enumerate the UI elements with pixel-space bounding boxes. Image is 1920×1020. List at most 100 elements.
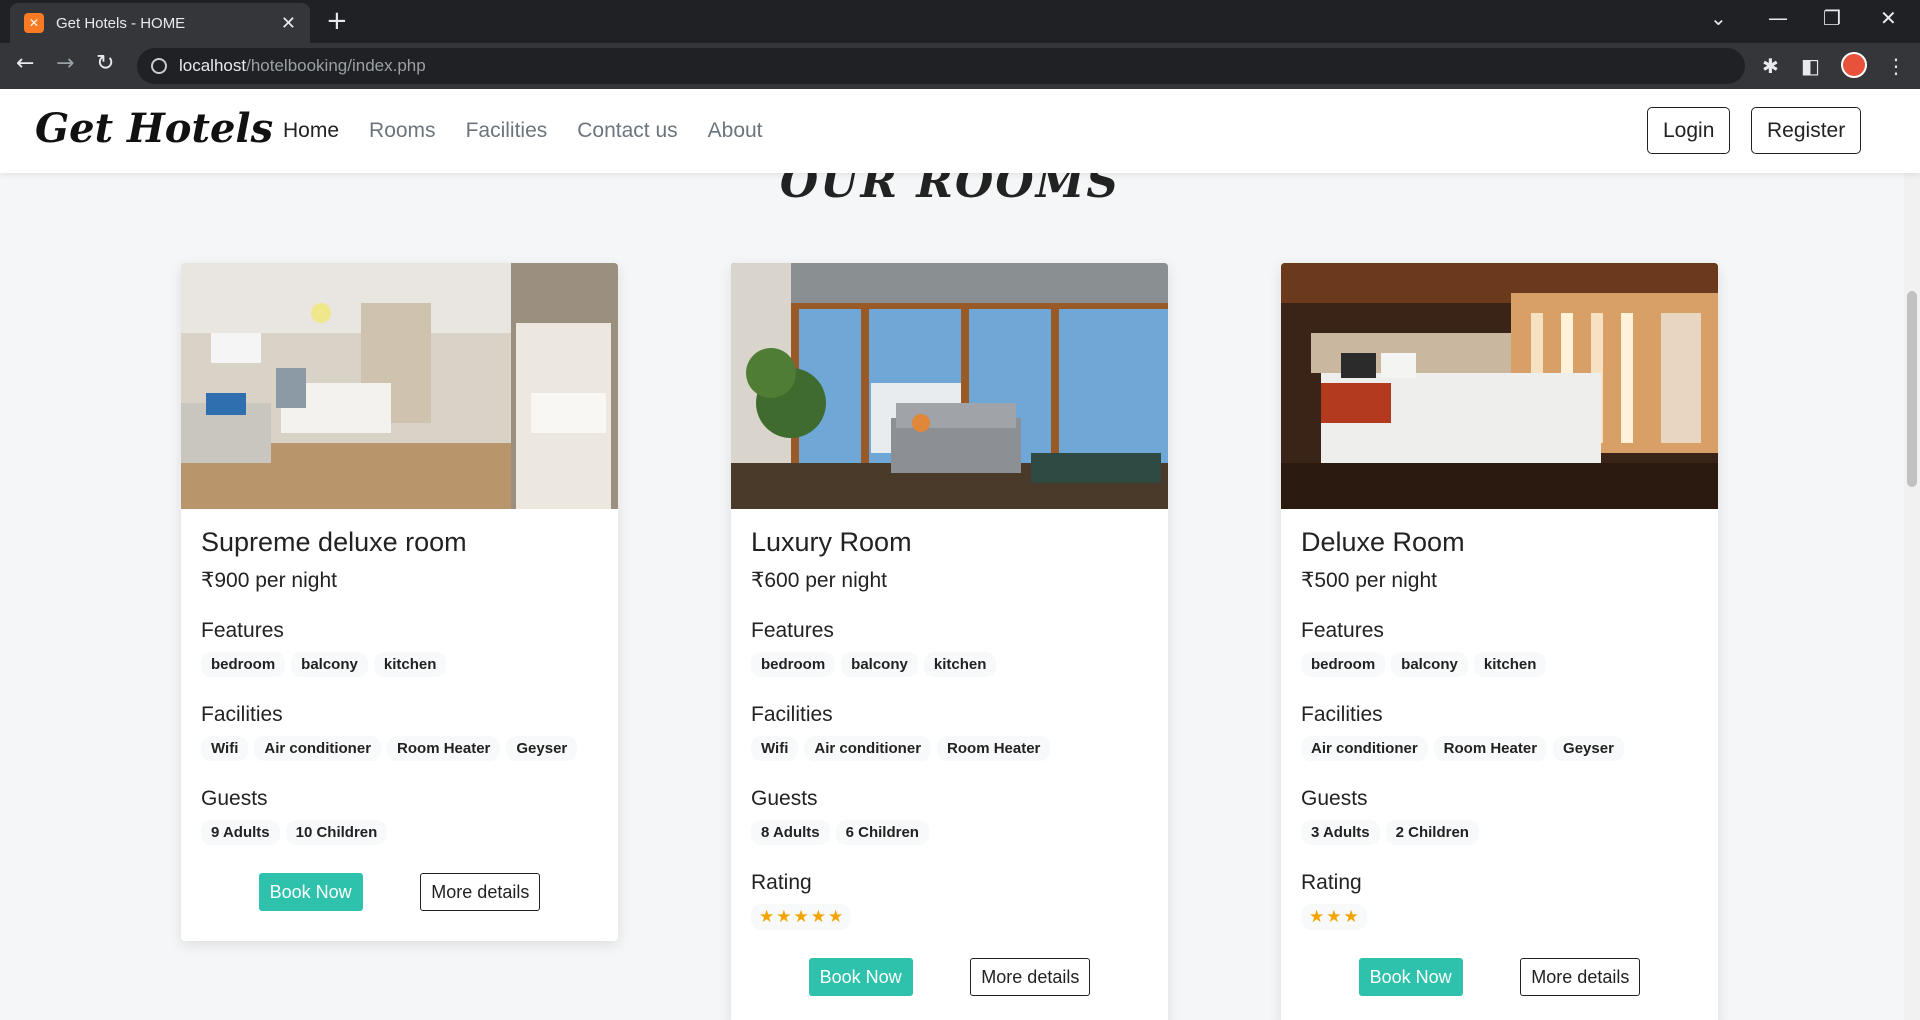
more-details-button[interactable]: More details — [1520, 958, 1641, 996]
page-scrollbar[interactable] — [1904, 89, 1920, 1020]
guest-badge: 3 Adults — [1301, 820, 1380, 845]
features-heading: Features — [751, 619, 834, 642]
room-name: Deluxe Room — [1301, 527, 1465, 557]
star-rating: ★ ★ ★ ★ ★ — [751, 904, 852, 930]
room-name: Supreme deluxe room — [201, 527, 467, 557]
guest-badge: 8 Adults — [751, 820, 830, 845]
nav-rooms[interactable]: Rooms — [369, 119, 436, 143]
room-photo — [1281, 263, 1718, 509]
card-actions: Book Now More details — [1301, 958, 1698, 996]
more-details-button[interactable]: More details — [970, 958, 1091, 996]
scrollbar-thumb[interactable] — [1907, 291, 1917, 487]
url-path: /hotelbooking/index.php — [246, 56, 426, 75]
browser-tab-strip: ✕ Get Hotels - HOME ✕ + ⌄ — ❐ ✕ — [0, 0, 1920, 43]
facility-badge: Wifi — [751, 736, 799, 761]
close-tab-icon[interactable]: ✕ — [281, 13, 296, 34]
guest-badge: 6 Children — [835, 820, 929, 845]
facility-badge: Geyser — [506, 736, 578, 761]
restore-icon[interactable]: ❐ — [1823, 6, 1841, 30]
guest-badge: 9 Adults — [201, 820, 280, 845]
guest-badge: 2 Children — [1385, 820, 1479, 845]
facilities-list: Air conditioner Room Heater Geyser — [1301, 736, 1698, 761]
profile-avatar-icon[interactable] — [1841, 52, 1867, 78]
facilities-list: Wifi Air conditioner Room Heater — [751, 736, 1148, 761]
guests-list: 9 Adults 10 Children — [201, 820, 598, 845]
page-viewport: Get Hotels Home Rooms Facilities Contact… — [0, 89, 1920, 1020]
back-icon[interactable]: ← — [16, 51, 34, 76]
new-tab-icon[interactable]: + — [326, 6, 348, 36]
star-icon: ★ — [828, 907, 844, 927]
reload-icon[interactable]: ↻ — [96, 51, 114, 76]
facility-badge: Room Heater — [1433, 736, 1548, 761]
facilities-list: Wifi Air conditioner Room Heater Geyser — [201, 736, 598, 761]
site-info-icon[interactable] — [151, 58, 167, 74]
room-card: Supreme deluxe room ₹900 per night Featu… — [181, 263, 618, 941]
star-icon: ★ — [1326, 907, 1342, 927]
features-heading: Features — [1301, 619, 1384, 642]
more-details-button[interactable]: More details — [420, 873, 541, 911]
room-price: ₹500 per night — [1301, 569, 1437, 592]
feature-badge: bedroom — [201, 652, 286, 677]
room-card: Deluxe Room ₹500 per night Features bedr… — [1281, 263, 1718, 1020]
room-photo — [181, 263, 618, 509]
feature-badge: kitchen — [373, 652, 447, 677]
guests-heading: Guests — [751, 787, 818, 810]
menu-kebab-icon[interactable]: ⋮ — [1886, 54, 1906, 78]
feature-badge: balcony — [291, 652, 368, 677]
login-button[interactable]: Login — [1647, 107, 1731, 154]
nav-about[interactable]: About — [708, 119, 763, 143]
book-now-button[interactable]: Book Now — [1358, 958, 1463, 996]
nav-links: Home Rooms Facilities Contact us About — [283, 119, 763, 143]
tab-title: Get Hotels - HOME — [56, 14, 186, 32]
star-icon: ★ — [810, 907, 826, 927]
facilities-heading: Facilities — [201, 703, 283, 726]
browser-tab[interactable]: ✕ Get Hotels - HOME ✕ — [10, 3, 310, 43]
guests-heading: Guests — [201, 787, 268, 810]
facility-badge: Room Heater — [937, 736, 1051, 761]
book-now-button[interactable]: Book Now — [258, 873, 363, 911]
facility-badge: Air conditioner — [254, 736, 382, 761]
brand-logo[interactable]: Get Hotels — [35, 105, 273, 152]
room-price: ₹600 per night — [751, 569, 887, 592]
book-now-button[interactable]: Book Now — [808, 958, 913, 996]
guests-list: 8 Adults 6 Children — [751, 820, 1148, 845]
nav-contact[interactable]: Contact us — [577, 119, 677, 143]
address-bar[interactable]: localhost/hotelbooking/index.php — [137, 48, 1745, 84]
extensions-icon[interactable]: ✱ — [1762, 54, 1779, 78]
xampp-icon: ✕ — [24, 13, 44, 33]
minimize-icon[interactable]: — — [1768, 6, 1788, 30]
url-host: localhost — [179, 56, 247, 75]
star-icon: ★ — [776, 907, 792, 927]
room-price: ₹900 per night — [201, 569, 337, 592]
forward-icon[interactable]: → — [56, 51, 74, 76]
star-icon: ★ — [1309, 907, 1325, 927]
rating-heading: Rating — [751, 871, 812, 894]
room-name: Luxury Room — [751, 527, 912, 557]
feature-badge: bedroom — [751, 652, 836, 677]
star-icon: ★ — [1343, 907, 1359, 927]
feature-badge: bedroom — [1301, 652, 1386, 677]
nav-home[interactable]: Home — [283, 119, 339, 143]
feature-badge: kitchen — [923, 652, 997, 677]
nav-facilities[interactable]: Facilities — [466, 119, 548, 143]
room-card: Luxury Room ₹600 per night Features bedr… — [731, 263, 1168, 1020]
guests-list: 3 Adults 2 Children — [1301, 820, 1698, 845]
feature-badge: balcony — [841, 652, 918, 677]
tab-search-icon[interactable]: ⌄ — [1710, 6, 1727, 30]
guests-heading: Guests — [1301, 787, 1368, 810]
site-navbar: Get Hotels Home Rooms Facilities Contact… — [0, 89, 1920, 173]
star-icon: ★ — [793, 907, 809, 927]
features-heading: Features — [201, 619, 284, 642]
close-window-icon[interactable]: ✕ — [1880, 6, 1897, 30]
features-list: bedroom balcony kitchen — [1301, 652, 1698, 677]
star-rating: ★ ★ ★ — [1301, 904, 1367, 930]
card-actions: Book Now More details — [201, 873, 598, 911]
side-panel-icon[interactable]: ◧ — [1801, 54, 1820, 78]
features-list: bedroom balcony kitchen — [751, 652, 1148, 677]
facility-badge: Air conditioner — [1301, 736, 1428, 761]
browser-toolbar: ← → ↻ localhost/hotelbooking/index.php ✱… — [0, 43, 1920, 89]
star-icon: ★ — [759, 907, 775, 927]
room-photo — [731, 263, 1168, 509]
rating-heading: Rating — [1301, 871, 1362, 894]
register-button[interactable]: Register — [1751, 107, 1862, 154]
